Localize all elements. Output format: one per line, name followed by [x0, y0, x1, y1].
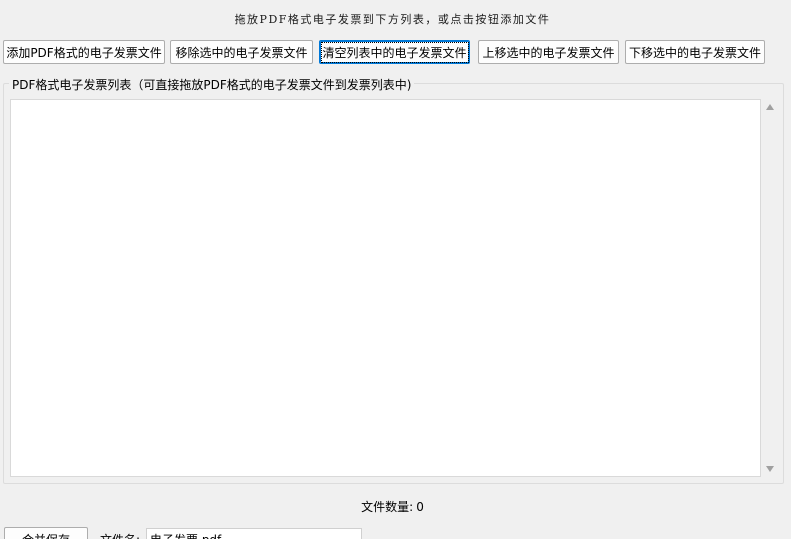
move-up-button[interactable]: 上移选中的电子发票文件 — [478, 40, 619, 64]
merge-save-button[interactable]: 合并保存 — [4, 527, 88, 539]
move-down-button-label: 下移选中的电子发票文件 — [629, 45, 762, 60]
merge-save-button-label: 合并保存 — [22, 531, 70, 539]
add-pdf-button-label: 添加PDF格式的电子发票文件 — [6, 45, 162, 60]
move-down-button[interactable]: 下移选中的电子发票文件 — [625, 40, 765, 64]
filename-label: 文件名: — [100, 531, 140, 539]
file-list-group-title: PDF格式电子发票列表（可直接拖放PDF格式的电子发票文件到发票列表中) — [9, 76, 415, 93]
remove-selected-button-label: 移除选中的电子发票文件 — [175, 45, 308, 60]
file-count-status: 文件数量: 0 — [0, 498, 785, 515]
scroll-down-arrow-icon[interactable] — [766, 466, 774, 472]
clear-list-button-label: 清空列表中的电子发票文件 — [320, 41, 469, 63]
file-count-value: 0 — [416, 500, 424, 514]
file-list-group: PDF格式电子发票列表（可直接拖放PDF格式的电子发票文件到发票列表中) — [3, 76, 784, 484]
invoice-file-list[interactable] — [10, 99, 761, 477]
instruction-text: 拖放PDF格式电子发票到下方列表，或点击按钮添加文件 — [234, 13, 551, 26]
clear-list-button[interactable]: 清空列表中的电子发票文件 — [319, 40, 470, 64]
list-vertical-scrollbar[interactable] — [761, 99, 780, 477]
scroll-up-arrow-icon[interactable] — [766, 104, 774, 110]
filename-input[interactable] — [146, 528, 362, 539]
add-pdf-button[interactable]: 添加PDF格式的电子发票文件 — [3, 40, 165, 64]
move-up-button-label: 上移选中的电子发票文件 — [482, 45, 615, 60]
file-count-label: 文件数量: — [361, 500, 414, 514]
remove-selected-button[interactable]: 移除选中的电子发票文件 — [170, 40, 313, 64]
main-window: 拖放PDF格式电子发票到下方列表，或点击按钮添加文件 添加PDF格式的电子发票文… — [0, 0, 791, 539]
